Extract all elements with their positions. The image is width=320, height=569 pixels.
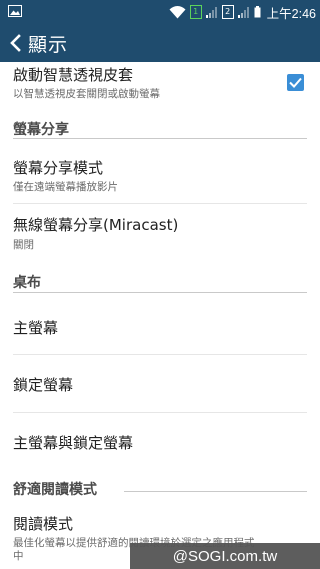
- smart-cover-checkbox[interactable]: [287, 74, 304, 91]
- section-divider: [13, 292, 307, 293]
- section-divider: [124, 491, 307, 492]
- section-divider: [13, 138, 307, 139]
- smart-cover-title: 啟動智慧透視皮套: [13, 66, 134, 84]
- miracast-item[interactable]: 無線螢幕分享(Miracast) 關閉: [13, 210, 307, 256]
- home-screen-title: 主螢幕: [13, 319, 59, 337]
- chevron-left-icon: [10, 34, 21, 52]
- signal-sim1-icon: [205, 6, 217, 18]
- lock-screen-item[interactable]: 鎖定螢幕: [13, 360, 307, 410]
- checkmark-icon: [289, 77, 302, 88]
- sim2-badge: 2: [221, 5, 234, 19]
- section-header-screen-share: 螢幕分享: [13, 122, 69, 138]
- screen-share-mode-item[interactable]: 螢幕分享模式 僅在遠端螢幕播放影片: [13, 152, 307, 198]
- section-header-wallpaper: 桌布: [13, 275, 41, 291]
- app-bar: 顯示: [0, 24, 320, 62]
- battery-icon: [254, 6, 261, 18]
- miracast-title: 無線螢幕分享(Miracast): [13, 216, 179, 234]
- home-screen-item[interactable]: 主螢幕: [13, 302, 307, 352]
- item-divider: [13, 203, 307, 204]
- wifi-icon: [169, 5, 186, 18]
- sim1-badge: 1: [189, 5, 202, 19]
- lock-screen-title: 鎖定螢幕: [13, 376, 74, 394]
- reading-mode-title: 閱讀模式: [13, 515, 74, 533]
- reading-mode-subtitle-line2: 中: [13, 550, 24, 562]
- screen-share-mode-subtitle: 僅在遠端螢幕播放影片: [13, 181, 118, 193]
- miracast-subtitle: 關閉: [13, 239, 34, 251]
- status-bar: 1 2 上午2:46: [0, 0, 320, 24]
- back-button[interactable]: [0, 24, 22, 62]
- smart-cover-item[interactable]: 啟動智慧透視皮套 以智慧透視皮套關閉或啟動螢幕: [13, 62, 307, 104]
- item-divider: [13, 412, 307, 413]
- page-title: 顯示: [28, 33, 69, 56]
- watermark: @SOGI.com.tw: [130, 543, 320, 569]
- smart-cover-subtitle: 以智慧透視皮套關閉或啟動螢幕: [13, 88, 160, 100]
- home-and-lock-item[interactable]: 主螢幕與鎖定螢幕: [13, 418, 307, 468]
- section-header-reading: 舒適閱讀模式: [13, 482, 97, 498]
- signal-sim2-icon: [237, 6, 249, 18]
- image-notification-icon: [8, 5, 22, 17]
- clock: 上午2:46: [266, 6, 316, 21]
- settings-list[interactable]: 啟動智慧透視皮套 以智慧透視皮套關閉或啟動螢幕 螢幕分享 螢幕分享模式 僅在遠端…: [0, 62, 320, 569]
- home-and-lock-title: 主螢幕與鎖定螢幕: [13, 434, 134, 452]
- screen-share-mode-title: 螢幕分享模式: [13, 159, 104, 177]
- item-divider: [13, 354, 307, 355]
